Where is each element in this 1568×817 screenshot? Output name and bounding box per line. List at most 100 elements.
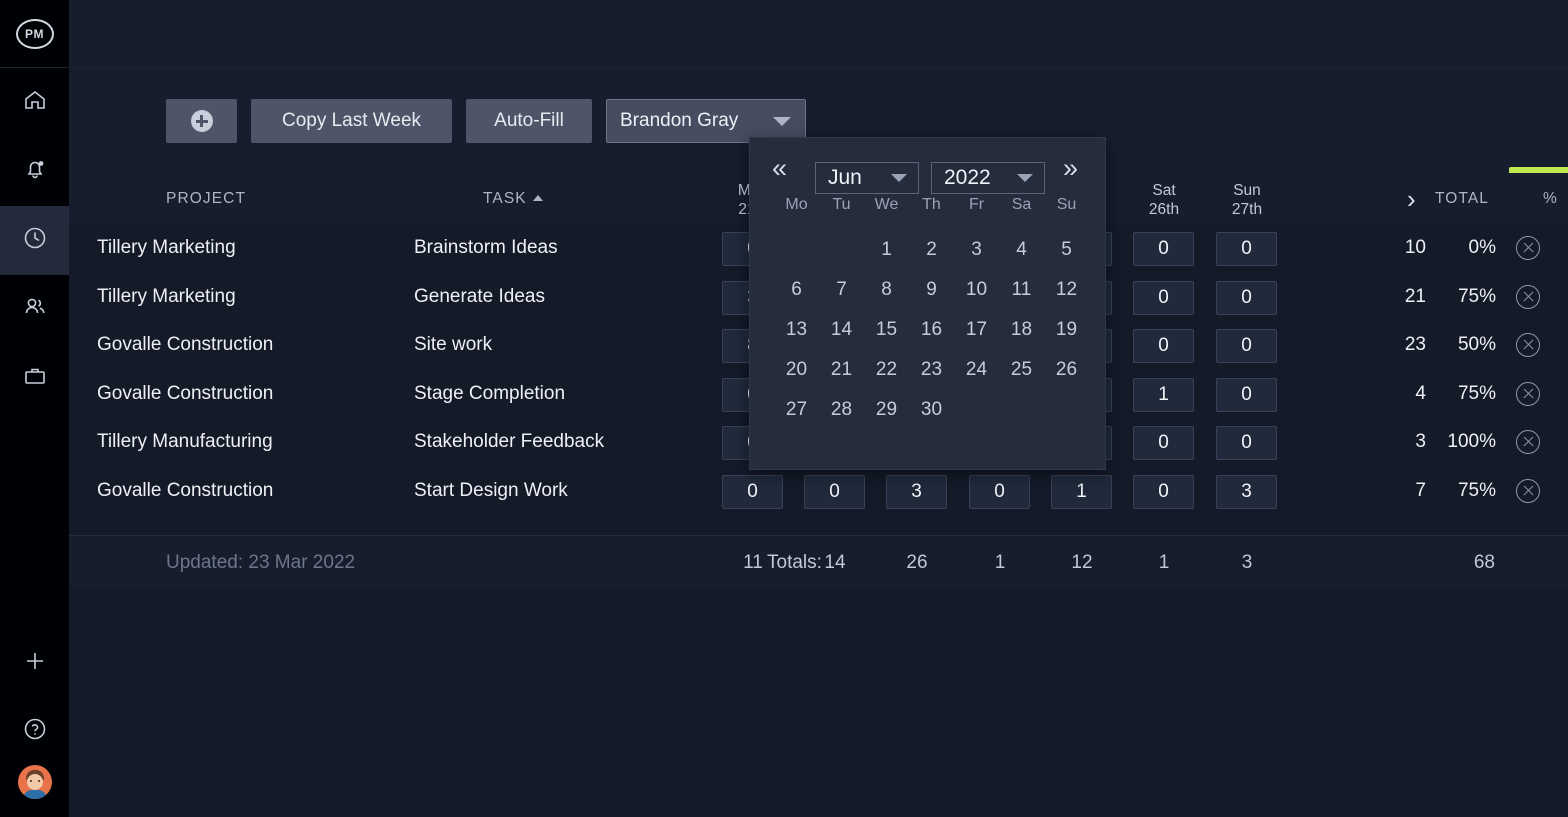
avatar-face: [27, 774, 43, 790]
calendar-prev-year-button[interactable]: «: [772, 154, 787, 182]
hours-input[interactable]: 0: [1216, 232, 1277, 266]
calendar-year-select[interactable]: 2022: [931, 162, 1045, 194]
cell-project[interactable]: Tillery Marketing: [97, 286, 236, 308]
cell-project[interactable]: Govalle Construction: [97, 383, 273, 405]
sidebar-item-timesheets[interactable]: [0, 206, 69, 275]
delete-row-button[interactable]: [1516, 285, 1540, 309]
delete-row-button[interactable]: [1516, 236, 1540, 260]
hours-input[interactable]: 0: [1216, 281, 1277, 315]
copy-last-week-button[interactable]: Copy Last Week: [251, 99, 452, 143]
top-bar: [69, 0, 1568, 68]
hours-input[interactable]: 0: [1216, 329, 1277, 363]
cell-project[interactable]: Govalle Construction: [97, 334, 273, 356]
calendar-day[interactable]: 1: [864, 230, 909, 270]
column-header-task[interactable]: TASK: [483, 190, 543, 208]
sidebar-item-notifications[interactable]: [0, 137, 69, 206]
hours-input[interactable]: 0: [1133, 281, 1194, 315]
hours-input[interactable]: 0: [1133, 426, 1194, 460]
calendar-day[interactable]: 23: [909, 350, 954, 390]
hours-input[interactable]: 1: [1133, 378, 1194, 412]
calendar-day[interactable]: 22: [864, 350, 909, 390]
cell-total: 10: [1366, 237, 1426, 259]
cell-task[interactable]: Brainstorm Ideas: [414, 237, 558, 259]
sidebar-item-team[interactable]: [0, 275, 69, 344]
delete-row-button[interactable]: [1516, 479, 1540, 503]
hours-input[interactable]: 0: [1216, 378, 1277, 412]
cell-percent: 75%: [1434, 383, 1496, 405]
cell-project[interactable]: Tillery Marketing: [97, 237, 236, 259]
sidebar-item-projects[interactable]: [0, 344, 69, 413]
calendar-day[interactable]: 27: [774, 390, 819, 430]
next-week-arrow[interactable]: ›: [1407, 184, 1416, 215]
bell-icon: [22, 156, 48, 187]
hours-input[interactable]: 0: [969, 475, 1030, 509]
column-header-project[interactable]: PROJECT: [166, 190, 246, 208]
calendar-day[interactable]: 29: [864, 390, 909, 430]
hours-input[interactable]: 1: [1051, 475, 1112, 509]
hours-input[interactable]: 0: [1133, 232, 1194, 266]
add-row-button[interactable]: [166, 99, 237, 143]
calendar-day[interactable]: 25: [999, 350, 1044, 390]
calendar-month-select[interactable]: Jun: [815, 162, 919, 194]
delete-row-button[interactable]: [1516, 382, 1540, 406]
calendar-day[interactable]: 15: [864, 310, 909, 350]
calendar-day[interactable]: 14: [819, 310, 864, 350]
calendar-day[interactable]: 17: [954, 310, 999, 350]
calendar-day[interactable]: 26: [1044, 350, 1089, 390]
avatar[interactable]: [18, 765, 52, 799]
calendar-next-year-button[interactable]: »: [1063, 154, 1078, 182]
cell-task[interactable]: Start Design Work: [414, 480, 568, 502]
cell-percent: 75%: [1434, 480, 1496, 502]
calendar-day[interactable]: 18: [999, 310, 1044, 350]
cell-task[interactable]: Generate Ideas: [414, 286, 545, 308]
day-total: 12: [1038, 552, 1126, 574]
help-icon: [22, 716, 48, 747]
calendar-day[interactable]: 28: [819, 390, 864, 430]
hours-input[interactable]: 3: [886, 475, 947, 509]
app-logo[interactable]: PM: [0, 0, 69, 68]
cell-task[interactable]: Stage Completion: [414, 383, 565, 405]
calendar-day[interactable]: 21: [819, 350, 864, 390]
delete-row-button[interactable]: [1516, 333, 1540, 357]
calendar-day[interactable]: 9: [909, 270, 954, 310]
cell-project[interactable]: Govalle Construction: [97, 480, 273, 502]
calendar-day[interactable]: 8: [864, 270, 909, 310]
hours-input[interactable]: 3: [1216, 475, 1277, 509]
calendar-day[interactable]: 2: [909, 230, 954, 270]
cell-project[interactable]: Tillery Manufacturing: [97, 431, 273, 453]
cell-task[interactable]: Site work: [414, 334, 492, 356]
sidebar-item-help[interactable]: [0, 697, 69, 765]
chevron-down-icon: [1017, 174, 1033, 182]
calendar-day[interactable]: 30: [909, 390, 954, 430]
day-date: 27th: [1232, 201, 1262, 218]
column-header-percent: %: [1543, 190, 1558, 208]
calendar-day[interactable]: 12: [1044, 270, 1089, 310]
hours-input[interactable]: 0: [722, 475, 783, 509]
calendar-day[interactable]: 10: [954, 270, 999, 310]
hours-input[interactable]: 0: [804, 475, 865, 509]
calendar-day[interactable]: 24: [954, 350, 999, 390]
calendar-day[interactable]: 6: [774, 270, 819, 310]
calendar-day[interactable]: 11: [999, 270, 1044, 310]
calendar-day[interactable]: 13: [774, 310, 819, 350]
calendar-day[interactable]: 5: [1044, 230, 1089, 270]
calendar-day[interactable]: 4: [999, 230, 1044, 270]
cell-task[interactable]: Stakeholder Feedback: [414, 431, 604, 453]
calendar-day[interactable]: 16: [909, 310, 954, 350]
calendar-day[interactable]: 3: [954, 230, 999, 270]
day-column-header: Sun27th: [1203, 181, 1291, 219]
calendar-day[interactable]: 19: [1044, 310, 1089, 350]
calendar-weekday: Tu: [819, 196, 864, 214]
avatar-eye-right: [38, 780, 40, 782]
hours-input[interactable]: 0: [1133, 329, 1194, 363]
sidebar-item-home[interactable]: [0, 68, 69, 137]
hours-input[interactable]: 0: [1133, 475, 1194, 509]
hours-input[interactable]: 0: [1216, 426, 1277, 460]
sidebar-item-add[interactable]: [0, 629, 69, 697]
calendar-day[interactable]: 20: [774, 350, 819, 390]
auto-fill-button[interactable]: Auto-Fill: [466, 99, 592, 143]
calendar-day[interactable]: 7: [819, 270, 864, 310]
cell-total: 4: [1366, 383, 1426, 405]
column-header-task-label: TASK: [483, 190, 527, 207]
delete-row-button[interactable]: [1516, 430, 1540, 454]
